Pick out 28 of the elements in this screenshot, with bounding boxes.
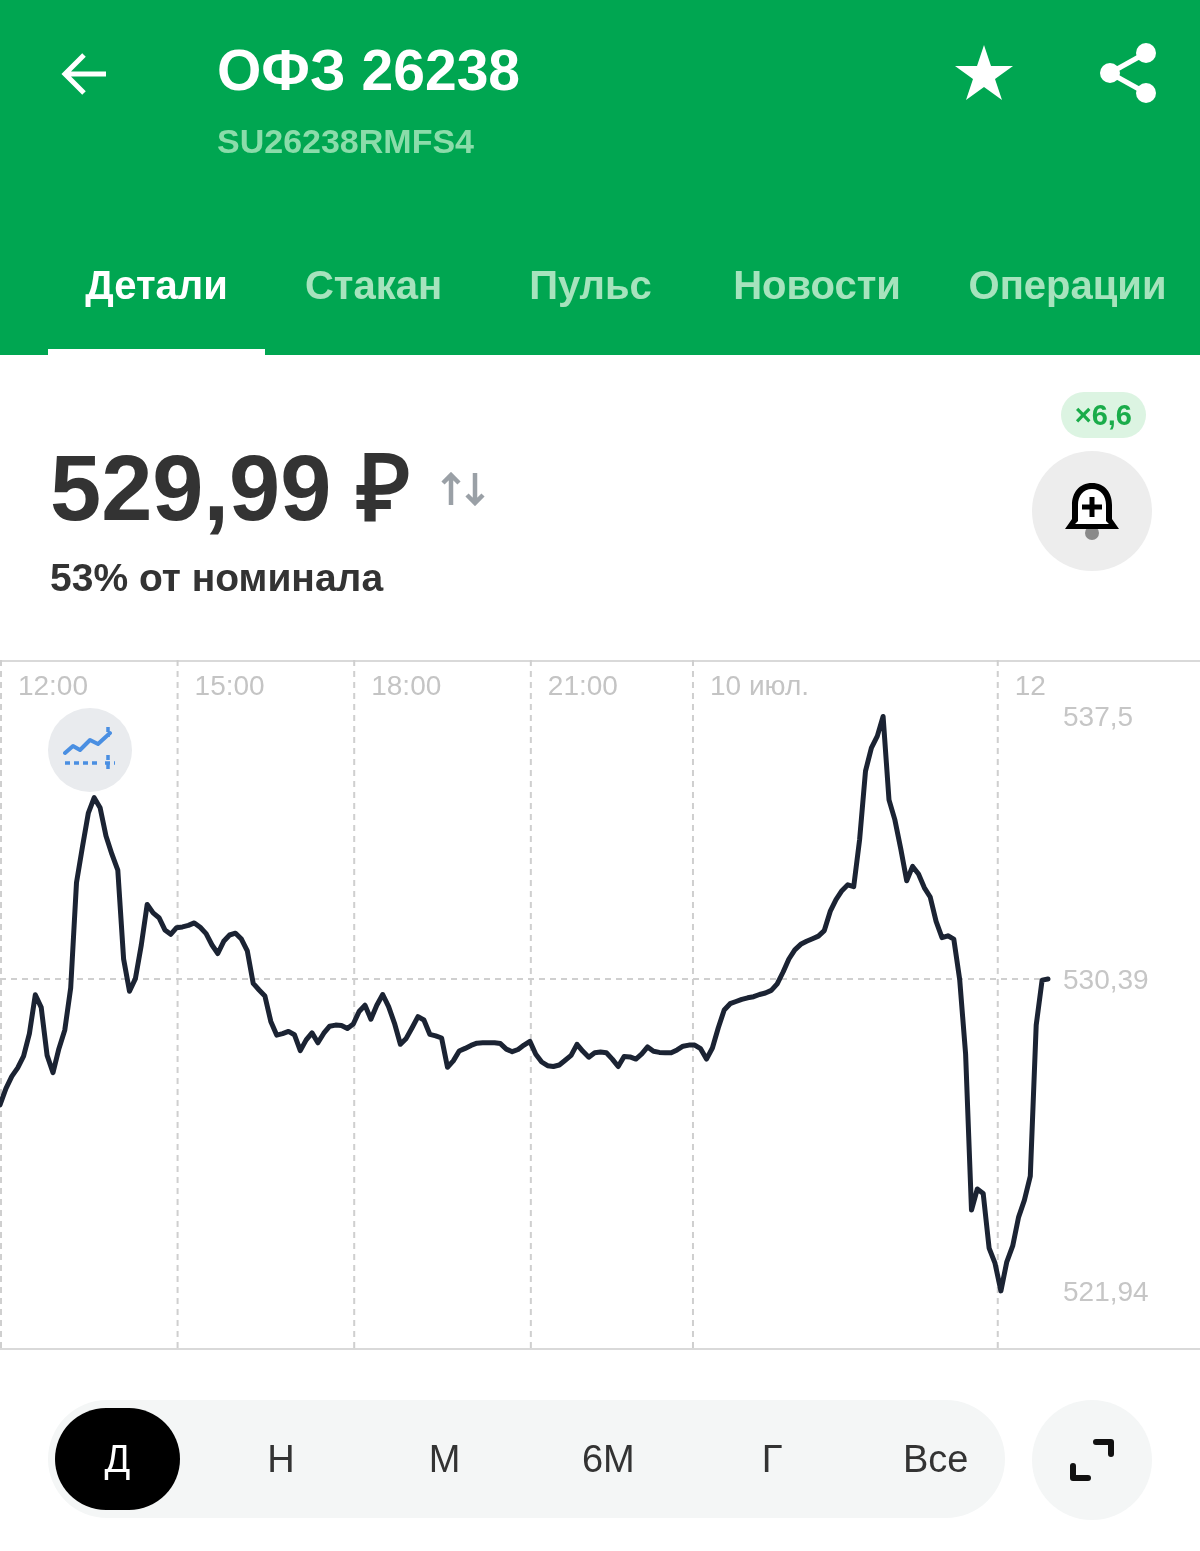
period-option[interactable]: М bbox=[382, 1408, 507, 1510]
star-icon bbox=[955, 45, 1013, 100]
bell-plus-icon bbox=[1063, 481, 1121, 541]
period-option[interactable]: Все bbox=[873, 1408, 999, 1510]
x-axis-label: 18:00 bbox=[371, 670, 442, 701]
instrument-title: ОФЗ 26238 bbox=[217, 39, 521, 102]
x-axis-label: 12 bbox=[1014, 670, 1046, 701]
y-axis-label: 530,39 bbox=[1063, 963, 1149, 995]
x-axis-label: 12:00 bbox=[17, 670, 89, 701]
x-axis-label: 15:00 bbox=[194, 670, 265, 701]
y-axis-label: 537,5 bbox=[1063, 701, 1134, 733]
back-button[interactable] bbox=[60, 52, 108, 96]
instrument-code: SU26238RMFS4 bbox=[217, 120, 475, 162]
ratio-badge: ×6,6 bbox=[1060, 392, 1146, 438]
y-axis-label: 521,94 bbox=[1063, 1275, 1149, 1307]
x-axis-label: 10 июл. bbox=[709, 670, 810, 701]
back-arrow-icon bbox=[60, 52, 108, 96]
share-icon bbox=[1100, 43, 1156, 103]
x-axis-label: 21:00 bbox=[547, 670, 618, 701]
expand-icon bbox=[1069, 1438, 1115, 1482]
period-option[interactable]: Д bbox=[55, 1408, 180, 1510]
nominal-percent-text: 53% от номинала bbox=[50, 555, 385, 602]
favorite-button[interactable] bbox=[955, 45, 1013, 100]
period-option[interactable]: Н bbox=[218, 1408, 344, 1510]
period-option[interactable]: Г bbox=[709, 1408, 835, 1510]
period-option[interactable]: 6М bbox=[546, 1408, 671, 1510]
price-value: 529,99 ₽ bbox=[50, 438, 411, 540]
share-button[interactable] bbox=[1100, 43, 1156, 103]
